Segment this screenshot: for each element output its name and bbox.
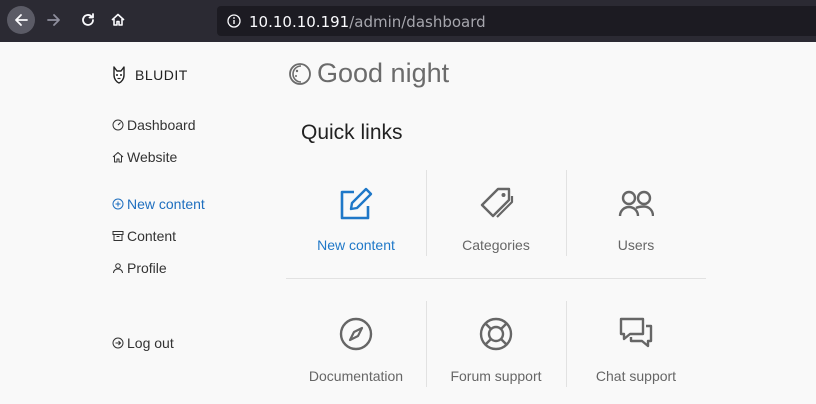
url-host: 10.10.10.191 [249,13,350,31]
quick-links-title: Quick links [301,121,403,144]
chat-icon [619,317,653,348]
sidebar-item-dashboard[interactable]: Dashboard [112,117,196,133]
logout-icon [112,337,124,349]
url-path: /admin/dashboard [349,13,486,31]
sidebar-item-logout[interactable]: Log out [112,335,174,351]
browser-toolbar: 10.10.10.191/admin/dashboard [0,0,816,42]
quick-link-documentation[interactable]: Documentation [286,316,426,392]
greeting-text: Good night [317,58,450,88]
sidebar-item-label: Profile [127,260,167,276]
arrow-right-icon [47,14,60,26]
tile-label: Documentation [308,368,404,384]
tile-label: Forum support [450,368,542,384]
sidebar-item-content[interactable]: Content [112,228,176,244]
home-icon [111,13,125,26]
forward-button[interactable] [40,6,68,34]
sidebar-item-label: Dashboard [127,117,196,133]
sidebar-item-label: New content [127,196,205,212]
sidebar-item-label: Website [127,149,178,165]
compass-icon [339,317,373,351]
sidebar-item-label: Content [127,228,177,244]
brand[interactable]: BLUDIT [112,66,188,84]
tile-label: Chat support [595,368,677,384]
tile-label: Categories [462,237,530,253]
sidebar-item-website[interactable]: Website [112,149,177,165]
home-button[interactable] [104,6,132,34]
tags-icon [480,187,514,218]
url-text: 10.10.10.191/admin/dashboard [249,13,486,31]
arrow-left-icon [15,14,28,26]
lifebuoy-icon [479,317,513,351]
home-icon [112,152,124,163]
sidebar-item-new-content[interactable]: New content [112,196,205,212]
archive-icon [112,231,124,241]
users-icon [618,190,654,217]
quick-link-categories[interactable]: Categories [426,186,566,266]
info-icon[interactable] [227,14,241,28]
address-bar[interactable]: 10.10.10.191/admin/dashboard [217,6,816,36]
reload-button[interactable] [74,6,102,34]
moon-icon [289,62,311,85]
sidebar-item-profile[interactable]: Profile [112,260,167,276]
greeting: Good night [288,58,449,89]
back-button[interactable] [7,6,35,34]
reload-icon [82,13,94,26]
quick-link-new-content[interactable]: New content [286,186,426,266]
sidebar-item-label: Log out [127,335,174,351]
quick-link-chat-support[interactable]: Chat support [566,316,706,392]
plus-circle-icon [112,198,124,210]
bludit-logo-icon [113,66,125,84]
divider [286,278,706,279]
edit-icon [340,187,373,220]
tile-label: Users [617,237,655,253]
quick-link-forum-support[interactable]: Forum support [426,316,566,392]
tile-label: New content [317,237,395,253]
person-icon [113,263,123,274]
brand-name: BLUDIT [135,67,188,83]
quick-link-users[interactable]: Users [566,186,706,266]
dashboard-icon [112,119,124,131]
